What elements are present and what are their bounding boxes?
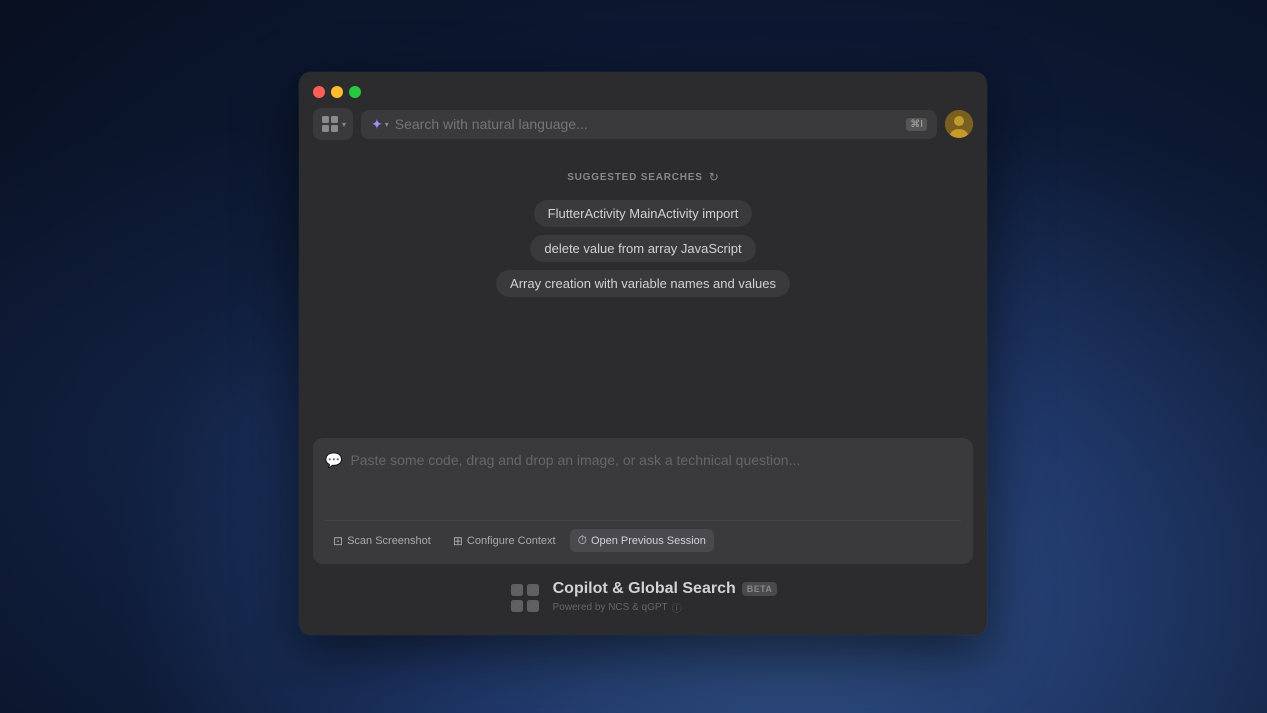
app-window: ▾ ✦ ▾ ⌘I SUGGESTED SEARCHES ↻ FlutterAct… bbox=[299, 72, 987, 635]
app-chevron-icon: ▾ bbox=[342, 120, 346, 129]
search-input[interactable] bbox=[395, 116, 900, 132]
footer-logo-icon bbox=[509, 582, 541, 614]
search-bar-area: ▾ ✦ ▾ ⌘I bbox=[299, 98, 987, 150]
chat-input-row: 💬 Paste some code, drag and drop an imag… bbox=[325, 450, 961, 510]
suggestion-chip-2[interactable]: Array creation with variable names and v… bbox=[496, 270, 790, 297]
open-previous-session-label: Open Previous Session bbox=[591, 535, 706, 547]
close-button[interactable] bbox=[313, 86, 325, 98]
suggestion-chip-0[interactable]: FlutterActivity MainActivity import bbox=[534, 200, 753, 227]
refresh-icon[interactable]: ↻ bbox=[709, 170, 719, 184]
open-previous-session-icon: ⏱ bbox=[578, 533, 587, 548]
footer-title-row: Copilot & Global Search BETA bbox=[553, 580, 778, 598]
app-icon-button[interactable]: ▾ bbox=[313, 108, 353, 140]
scan-screenshot-button[interactable]: ⊡ Scan Screenshot bbox=[325, 530, 439, 552]
chat-placeholder-text: Paste some code, drag and drop an image,… bbox=[350, 450, 961, 471]
avatar-image bbox=[945, 110, 973, 138]
footer-text: Copilot & Global Search BETA Powered by … bbox=[553, 580, 778, 615]
suggested-label: SUGGESTED SEARCHES ↻ bbox=[567, 170, 719, 184]
user-avatar[interactable] bbox=[945, 110, 973, 138]
title-bar bbox=[299, 72, 987, 98]
info-circle-icon: ⓘ bbox=[672, 600, 682, 615]
copilot-app-icon bbox=[320, 114, 340, 134]
maximize-button[interactable] bbox=[349, 86, 361, 98]
suggested-section: SUGGESTED SEARCHES ↻ FlutterActivity Mai… bbox=[299, 150, 987, 438]
scan-screenshot-icon: ⊡ bbox=[333, 534, 343, 548]
configure-context-icon: ⊞ bbox=[453, 534, 463, 548]
open-previous-session-button[interactable]: ⏱ Open Previous Session bbox=[570, 529, 714, 552]
configure-context-label: Configure Context bbox=[467, 535, 556, 547]
beta-badge: BETA bbox=[742, 582, 778, 596]
search-container[interactable]: ✦ ▾ ⌘I bbox=[361, 110, 937, 139]
suggestion-chip-1[interactable]: delete value from array JavaScript bbox=[530, 235, 755, 262]
ai-chevron-icon: ▾ bbox=[385, 120, 389, 129]
footer-subtitle-text: Powered by NCS & qGPT bbox=[553, 602, 668, 613]
chat-bubble-icon: 💬 bbox=[325, 452, 342, 469]
ai-sparkle-icon: ✦ bbox=[371, 116, 383, 133]
minimize-button[interactable] bbox=[331, 86, 343, 98]
chat-area[interactable]: 💬 Paste some code, drag and drop an imag… bbox=[313, 438, 973, 564]
footer: Copilot & Global Search BETA Powered by … bbox=[299, 580, 987, 635]
configure-context-button[interactable]: ⊞ Configure Context bbox=[445, 530, 564, 552]
ai-icon-button[interactable]: ✦ ▾ bbox=[371, 116, 389, 133]
footer-title: Copilot & Global Search bbox=[553, 580, 736, 598]
search-kbd-shortcut: ⌘I bbox=[906, 118, 927, 131]
suggestion-chips: FlutterActivity MainActivity import dele… bbox=[496, 200, 790, 297]
suggested-label-text: SUGGESTED SEARCHES bbox=[567, 172, 703, 183]
scan-screenshot-label: Scan Screenshot bbox=[347, 535, 431, 547]
footer-subtitle: Powered by NCS & qGPT ⓘ bbox=[553, 600, 778, 615]
chat-actions: ⊡ Scan Screenshot ⊞ Configure Context ⏱ … bbox=[325, 520, 961, 552]
